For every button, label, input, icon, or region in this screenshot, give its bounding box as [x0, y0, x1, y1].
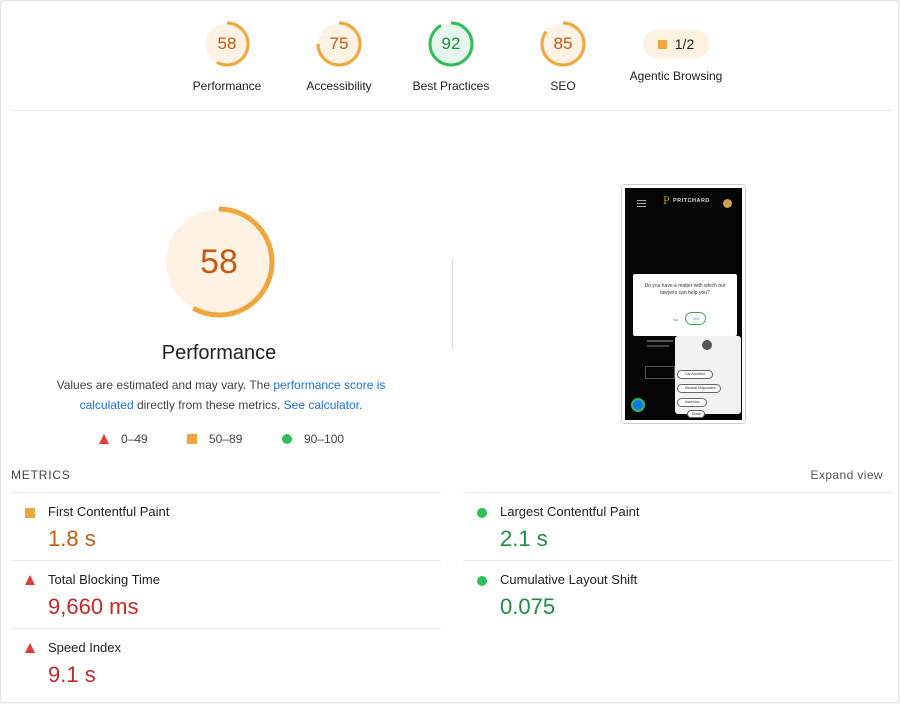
performance-big-gauge: 58 [161, 204, 277, 320]
metric-label: First Contentful Paint [48, 504, 170, 519]
gauge-score: 58 [217, 34, 237, 53]
green-circle-icon [477, 576, 487, 586]
legend-pass: 90–100 [282, 432, 344, 446]
green-circle-icon [477, 508, 487, 518]
gauge-score: 85 [553, 34, 573, 53]
red-triangle-icon [99, 434, 109, 444]
text-line [647, 340, 673, 342]
gauge-performance[interactable]: 58 Performance [167, 19, 287, 93]
chat-dialog: Do you have a matter with which our lawy… [633, 274, 737, 336]
divider [11, 110, 891, 111]
gauge-best-practices[interactable]: 92 Best Practices [391, 19, 511, 93]
metric-si: Speed Index 9.1 s [11, 628, 441, 696]
agentic-browsing-pill: 1/2 [643, 30, 709, 58]
metric-lcp: Largest Contentful Paint 2.1 s [463, 492, 893, 560]
performance-title: Performance [161, 342, 277, 364]
report-frame: 58 Performance 75 Accessibility 92 Best … [0, 0, 899, 703]
gauge-label: Accessibility [306, 79, 372, 93]
accessibility-score-ring: 75 [314, 19, 364, 69]
seo-score-ring: 85 [538, 19, 588, 69]
hamburger-icon [637, 200, 646, 207]
text-line [647, 345, 669, 347]
metric-value: 0.075 [500, 594, 556, 619]
chat-option: Asbestos [677, 398, 707, 407]
orange-square-icon [187, 434, 197, 444]
legend-average-label: 50–89 [209, 432, 243, 446]
metric-value: 9,660 ms [48, 594, 139, 619]
legend-fail: 0–49 [99, 432, 148, 446]
chat-option: Car Accident [677, 370, 713, 379]
chat-question: Do you have a matter with which our lawy… [644, 283, 726, 296]
chat-avatar-icon [723, 199, 732, 208]
performance-score-ring: 58 [202, 19, 252, 69]
chat-panel: Car Accident Medical Malpractice Asbesto… [675, 336, 741, 414]
agentic-score: 1/2 [674, 36, 695, 52]
red-triangle-icon [25, 575, 35, 585]
metric-label: Largest Contentful Paint [500, 504, 640, 519]
gauge-agentic-browsing[interactable]: 1/2 Agentic Browsing [616, 19, 736, 83]
scroll-pill: Scroll [687, 410, 705, 418]
chat-no: No [673, 317, 679, 322]
legend-fail-label: 0–49 [121, 432, 148, 446]
vertical-divider [452, 259, 453, 349]
gauge-accessibility[interactable]: 75 Accessibility [279, 19, 399, 93]
metric-value: 2.1 s [500, 526, 548, 551]
performance-score: 58 [200, 243, 238, 281]
play-icon [702, 340, 712, 350]
legend-pass-label: 90–100 [304, 432, 345, 446]
gauge-label: SEO [550, 79, 576, 93]
desc-text: . [359, 397, 363, 412]
chat-yes: Yes [685, 312, 706, 325]
metric-label: Total Blocking Time [48, 572, 160, 587]
orange-square-icon [25, 508, 35, 518]
desc-text: directly from these metrics. [133, 397, 284, 412]
category-gauges: 58 Performance 75 Accessibility 92 Best … [1, 1, 900, 111]
gauge-label: Agentic Browsing [629, 69, 723, 83]
metric-fcp: First Contentful Paint 1.8 s [11, 492, 441, 560]
logo-mark: P [663, 196, 671, 207]
best-practices-score-ring: 92 [426, 19, 476, 69]
expand-view-button[interactable]: Expand view [811, 468, 883, 482]
chat-option: Medical Malpractice [677, 384, 721, 393]
page-screenshot[interactable]: P PRITCHARD Do you have a matter with wh… [621, 184, 746, 424]
desc-text: Values are estimated and may vary. The [56, 378, 274, 392]
orange-square-icon [657, 39, 667, 49]
gauge-score: 75 [329, 34, 349, 53]
red-triangle-icon [25, 643, 35, 653]
metric-cls: Cumulative Layout Shift 0.075 [463, 560, 893, 628]
metrics-header: METRICS [11, 468, 71, 482]
metric-tbt: Total Blocking Time 9,660 ms [11, 560, 441, 628]
gauge-seo[interactable]: 85 SEO [503, 19, 623, 93]
metric-value: 9.1 s [48, 662, 96, 687]
legend-average: 50–89 [187, 432, 242, 446]
performance-description: Values are estimated and may vary. The p… [41, 376, 401, 415]
see-calculator-link[interactable]: See calculator [284, 398, 359, 412]
logo-text: PRITCHARD [673, 198, 710, 204]
site-logo: P PRITCHARD [663, 196, 713, 208]
accessibility-icon [631, 398, 645, 412]
metric-label: Speed Index [48, 640, 122, 655]
outline-button [645, 366, 675, 379]
metric-value: 1.8 s [48, 526, 96, 551]
gauge-score: 92 [441, 34, 461, 53]
phone-screen: P PRITCHARD Do you have a matter with wh… [625, 188, 742, 420]
gauge-label: Performance [192, 79, 262, 93]
green-circle-icon [282, 434, 292, 444]
gauge-label: Best Practices [412, 79, 490, 93]
metric-label: Cumulative Layout Shift [500, 572, 638, 587]
